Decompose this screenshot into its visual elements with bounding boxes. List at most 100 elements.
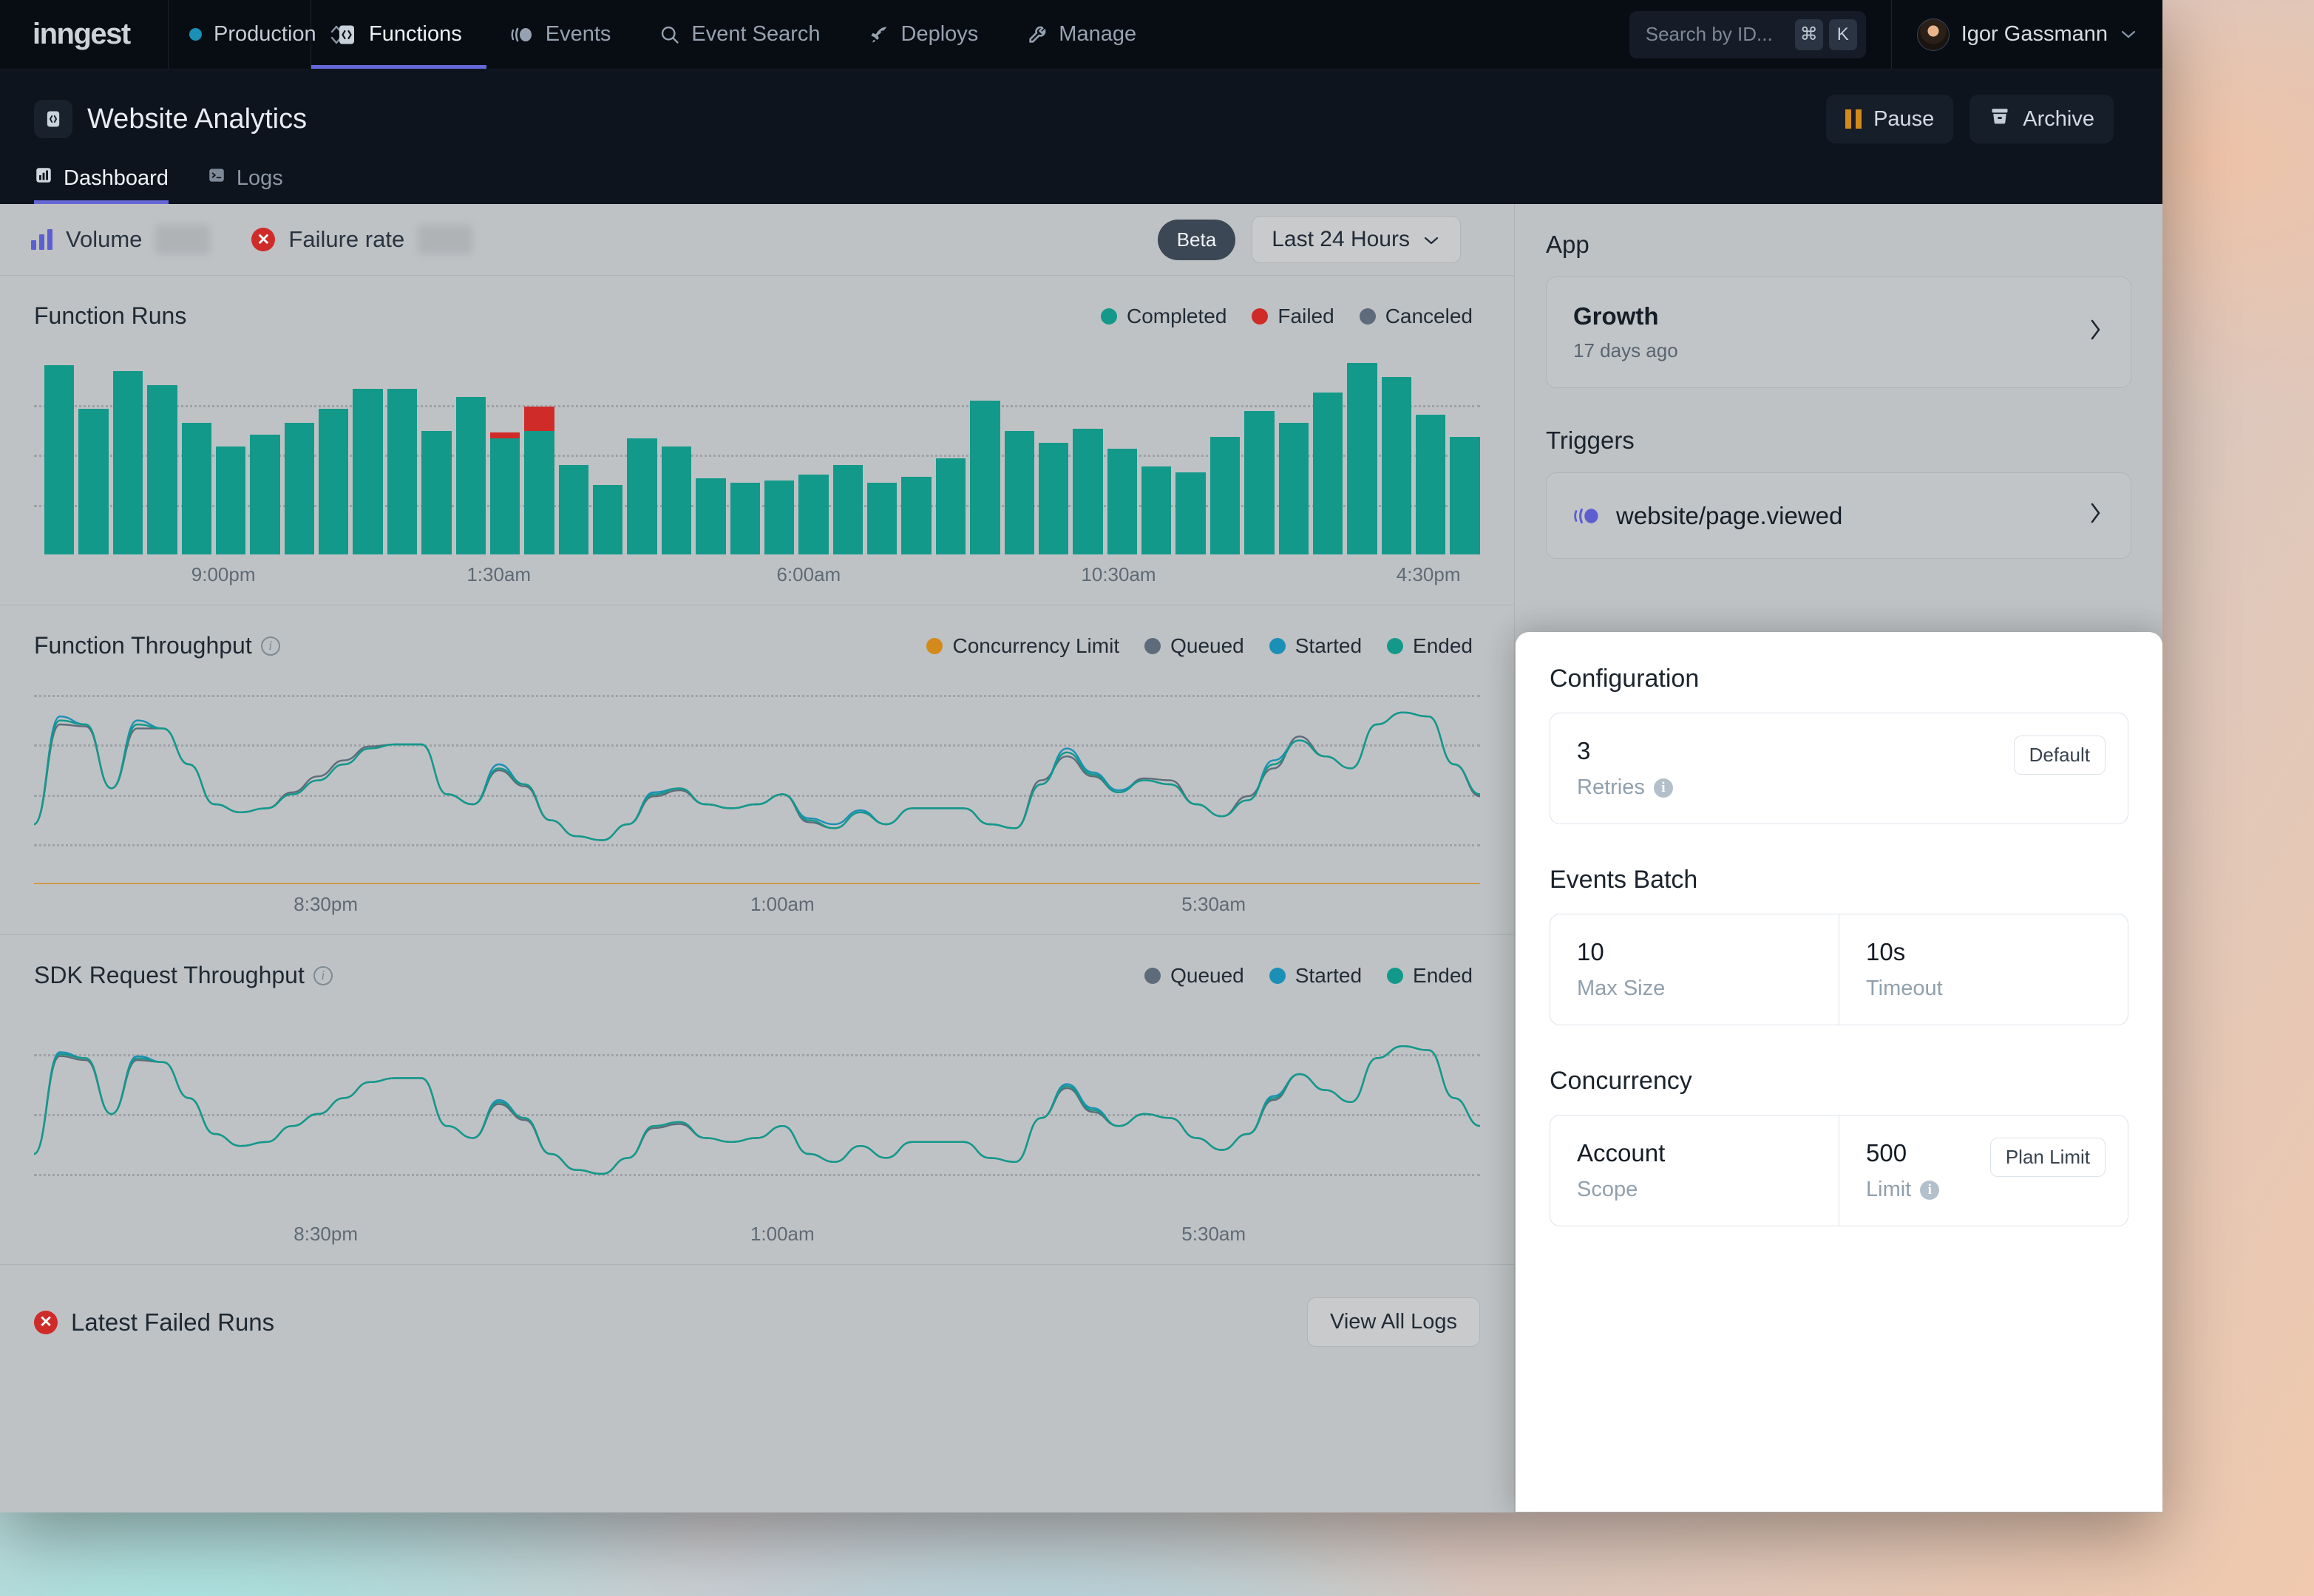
bar-column[interactable] xyxy=(1073,428,1103,554)
legend-color-swatch xyxy=(1144,967,1161,984)
bar-column[interactable] xyxy=(1141,466,1172,554)
pause-button[interactable]: Pause xyxy=(1826,95,1954,143)
bar-column[interactable] xyxy=(78,408,109,554)
bar-column[interactable] xyxy=(353,388,383,554)
metric-volume[interactable]: Volume xyxy=(31,225,211,254)
info-icon[interactable]: i xyxy=(313,965,333,985)
function-header-row: Website Analytics Pause Archive xyxy=(0,95,2162,143)
bar-column[interactable] xyxy=(147,384,177,554)
time-range-selector[interactable]: Last 24 Hours xyxy=(1252,216,1461,263)
bar-column[interactable] xyxy=(1312,393,1343,554)
bar-column[interactable] xyxy=(1175,472,1206,554)
bar-segment xyxy=(1278,422,1309,554)
bar-column[interactable] xyxy=(44,364,75,554)
bar-column[interactable] xyxy=(284,422,314,554)
environment-name: Production xyxy=(214,22,316,46)
trigger-card[interactable]: website/page.viewed xyxy=(1546,472,2131,559)
bar-column[interactable] xyxy=(730,482,760,554)
bar-column[interactable] xyxy=(970,401,1000,554)
scope-cell: Account Scope xyxy=(1550,1115,1839,1226)
bar-column[interactable] xyxy=(215,446,246,554)
metric-volume-label: Volume xyxy=(66,226,143,252)
search-input[interactable]: Search by ID... ⌘ K xyxy=(1629,10,1866,58)
bar-column[interactable] xyxy=(1209,436,1241,554)
app-card[interactable]: Growth 17 days ago xyxy=(1546,276,2131,388)
bar-column[interactable] xyxy=(764,481,795,554)
bar-column[interactable] xyxy=(558,464,588,554)
terminal-icon xyxy=(207,166,226,191)
retries-label: Retries xyxy=(1577,775,1645,799)
nav-item-functions[interactable]: Functions xyxy=(311,0,486,69)
bar-column[interactable] xyxy=(455,396,486,554)
bar-column[interactable] xyxy=(112,370,143,554)
x-axis-tick-labels: 9:00pm 1:30am 6:00am 10:30am 4:30pm xyxy=(34,563,1480,597)
bar-column[interactable] xyxy=(1244,410,1275,554)
archive-button[interactable]: Archive xyxy=(1969,95,2114,143)
bar-column[interactable] xyxy=(1004,430,1034,554)
bar-column[interactable] xyxy=(421,430,452,554)
bar-column[interactable] xyxy=(935,458,966,554)
bar-segment xyxy=(970,401,1000,554)
metric-failure-rate[interactable]: ✕ Failure rate xyxy=(251,225,473,254)
tab-dashboard[interactable]: Dashboard xyxy=(34,166,169,204)
bar-column[interactable] xyxy=(798,475,829,554)
legend-item-ended[interactable]: Ended xyxy=(1387,964,1473,988)
x-tick-label: 10:30am xyxy=(1081,563,1156,585)
environment-selector[interactable]: Production xyxy=(169,0,342,69)
tab-logs[interactable]: Logs xyxy=(207,166,283,204)
bar-segment xyxy=(1141,466,1172,554)
nav-item-event-search[interactable]: Event Search xyxy=(635,0,844,69)
logo-container[interactable]: inngest xyxy=(0,0,169,69)
legend-item-queued[interactable]: Queued xyxy=(1144,634,1244,658)
trigger-card-body: website/page.viewed xyxy=(1616,502,2086,530)
legend-label: Ended xyxy=(1413,634,1473,657)
nav-item-deploys[interactable]: Deploys xyxy=(845,0,1003,69)
user-name: Igor Gassmann xyxy=(1961,22,2108,46)
bar-column[interactable] xyxy=(832,464,863,554)
bar-column[interactable] xyxy=(696,478,726,554)
legend-item-queued[interactable]: Queued xyxy=(1144,964,1244,988)
bar-column[interactable] xyxy=(1278,422,1309,554)
nav-item-manage[interactable]: Manage xyxy=(1002,0,1161,69)
bar-column[interactable] xyxy=(181,422,211,554)
info-icon[interactable]: i xyxy=(1920,1180,1940,1200)
legend-item-canceled[interactable]: Canceled xyxy=(1359,305,1473,328)
info-icon[interactable]: i xyxy=(260,636,280,656)
x-axis-tick-labels: 8:30pm1:00am5:30am10:00am4:30pm xyxy=(34,1223,1480,1257)
chart-legend: Concurrency Limit Queued Started Ended xyxy=(926,634,1480,658)
function-subtabs: Dashboard Logs xyxy=(0,143,2162,204)
nav-item-events[interactable]: Events xyxy=(486,0,636,69)
legend-label: Concurrency Limit xyxy=(952,634,1120,657)
bar-column[interactable] xyxy=(319,408,349,554)
user-menu[interactable]: Igor Gassmann xyxy=(1890,0,2162,69)
legend-item-concurrency-limit[interactable]: Concurrency Limit xyxy=(926,634,1119,658)
chevron-down-icon xyxy=(1422,227,1441,252)
legend-item-ended[interactable]: Ended xyxy=(1387,634,1473,658)
bar-column[interactable] xyxy=(1038,442,1069,554)
chevron-down-icon xyxy=(2120,25,2137,44)
bar-column[interactable] xyxy=(627,438,657,554)
legend-item-failed[interactable]: Failed xyxy=(1252,305,1334,328)
bar-column[interactable] xyxy=(661,446,692,554)
bar-column[interactable] xyxy=(250,435,280,554)
bar-column[interactable] xyxy=(867,482,898,554)
legend-item-started[interactable]: Started xyxy=(1269,964,1362,988)
x-circle-icon: ✕ xyxy=(34,1310,58,1334)
bar-column[interactable] xyxy=(901,476,932,554)
bar-column[interactable] xyxy=(1381,376,1411,554)
bar-column[interactable] xyxy=(1107,448,1137,554)
bar-column[interactable] xyxy=(1416,415,1446,554)
bar-column[interactable] xyxy=(489,432,520,554)
info-icon[interactable]: i xyxy=(1653,778,1673,798)
bar-column[interactable] xyxy=(524,407,554,554)
legend-item-started[interactable]: Started xyxy=(1269,634,1362,658)
bar-column[interactable] xyxy=(1450,436,1480,554)
bar-column[interactable] xyxy=(593,484,623,554)
bar-column[interactable] xyxy=(387,388,418,554)
bar-segment xyxy=(1416,415,1446,554)
legend-item-completed[interactable]: Completed xyxy=(1101,305,1226,328)
bar-segment xyxy=(44,364,75,554)
view-all-logs-button[interactable]: View All Logs xyxy=(1307,1297,1480,1347)
bar-segment xyxy=(1073,428,1103,554)
bar-column[interactable] xyxy=(1347,362,1377,554)
